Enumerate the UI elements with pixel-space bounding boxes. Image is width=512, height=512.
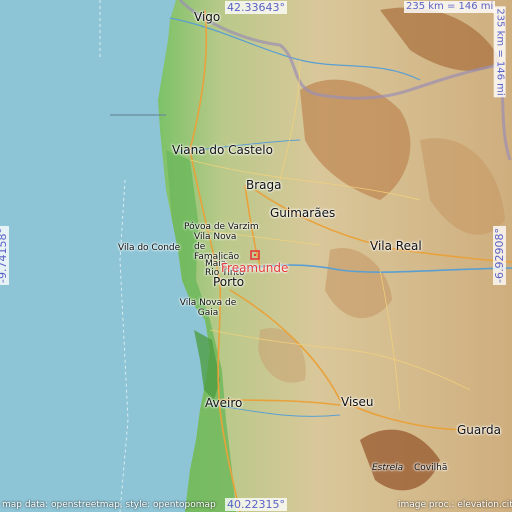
place-viana-do-castelo: Viana do Castelo <box>172 143 273 157</box>
place-guimaraes: Guimarães <box>270 206 336 220</box>
place-guarda: Guarda <box>457 423 501 437</box>
attribution-map-data: map data: openstreetmap, style: opentopo… <box>2 500 216 510</box>
north-latitude-label: 42.33643° <box>225 1 287 14</box>
place-porto: Porto <box>213 275 245 289</box>
terrain-layer <box>0 0 512 512</box>
south-latitude-label: 40.22315° <box>225 498 287 511</box>
place-vila-real: Vila Real <box>370 239 422 253</box>
place-vila-do-conde: Vila do Conde <box>118 243 181 253</box>
focus-place-label: Freamunde <box>221 261 289 275</box>
place-vila-nova-de-gaia: Vila Nova de Gaia <box>179 298 237 318</box>
place-famalicao: Vila Nova de Famalicão <box>194 232 240 262</box>
place-braga: Braga <box>246 178 282 192</box>
place-aveiro: Aveiro <box>205 396 243 410</box>
place-vigo: Vigo <box>194 10 221 24</box>
place-povoa-de-varzim: Póvoa de Varzim <box>184 222 259 232</box>
attribution-image-processing: image proc.: elevation.city <box>398 500 512 510</box>
place-viseu: Viseu <box>341 395 374 409</box>
west-longitude-label: -9.74158° <box>0 226 9 285</box>
horizontal-scale: 235 km = 146 mi <box>404 1 496 13</box>
place-estrela: Estrela <box>372 463 404 473</box>
east-longitude-label: -6.92908° <box>492 226 506 285</box>
place-covilha: Covilhã <box>414 463 448 473</box>
topographic-map[interactable]: Vigo Viana do Castelo Braga Guimarães Pó… <box>0 0 512 512</box>
vertical-scale: 235 km = 146 mi <box>493 6 506 98</box>
